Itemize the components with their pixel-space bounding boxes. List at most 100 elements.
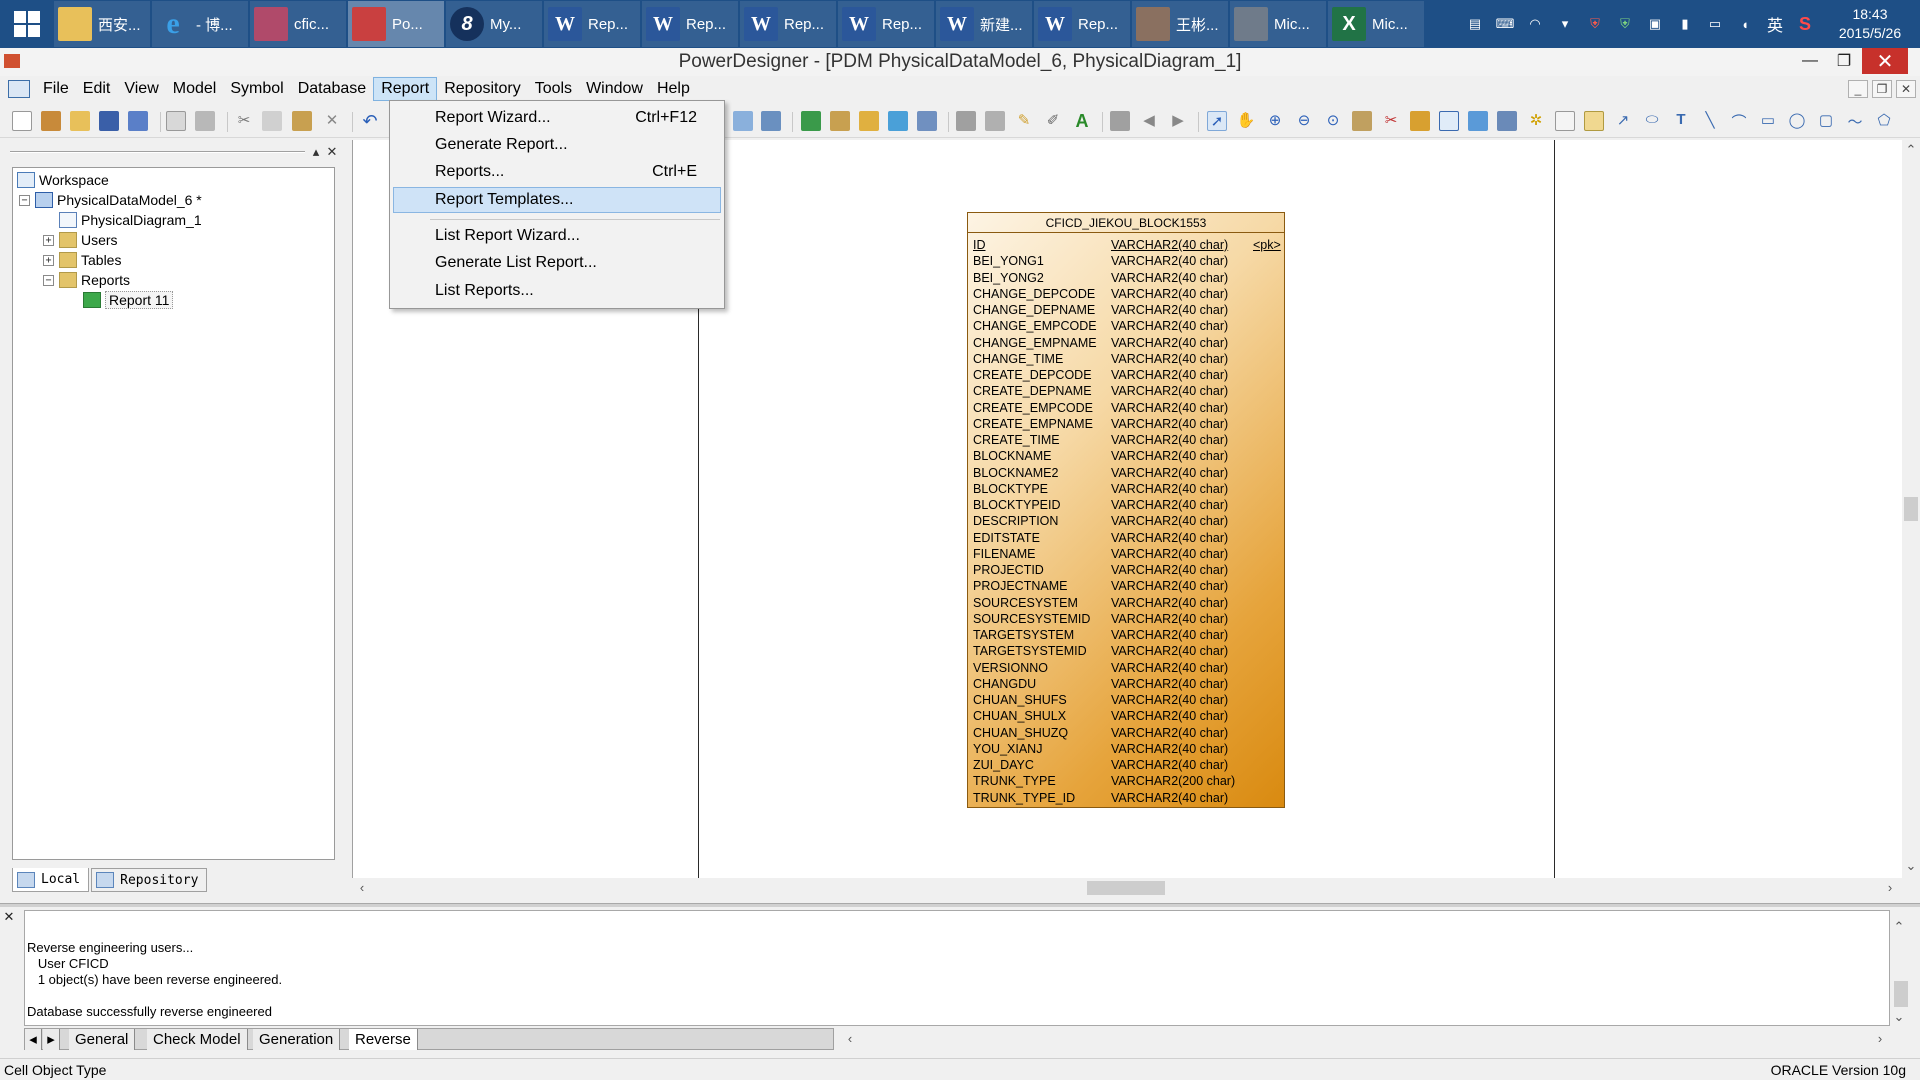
tab-prev-icon[interactable]: ◂ <box>25 1029 42 1050</box>
text-icon[interactable]: T <box>1671 111 1691 131</box>
taskbar-button[interactable]: W Rep... <box>1034 1 1130 47</box>
document-icon[interactable] <box>8 80 30 98</box>
new-project-icon[interactable] <box>41 111 61 131</box>
output-close-icon[interactable]: ✕ <box>2 910 16 924</box>
tree-node-diagram[interactable]: PhysicalDiagram_1 <box>59 210 202 230</box>
taskbar-button[interactable]: 王彬... <box>1132 1 1228 47</box>
panel-close-icon[interactable]: ✕ <box>324 144 340 160</box>
scroll-left-icon[interactable]: ‹ <box>354 880 370 896</box>
reference-icon[interactable] <box>1497 111 1517 131</box>
tab-general[interactable]: General <box>69 1029 136 1050</box>
cpu-meter-icon[interactable]: ▤ <box>1463 12 1487 36</box>
line-icon[interactable]: ╲ <box>1700 111 1720 131</box>
menu-item-list-report-wizard[interactable]: List Report Wizard... <box>393 223 721 249</box>
polyline-icon[interactable]: 〜 <box>1845 111 1865 131</box>
tree-node-reports[interactable]: Reports <box>59 270 130 290</box>
menu-file[interactable]: File <box>36 77 76 101</box>
delete-icon[interactable]: ✕ <box>322 111 342 131</box>
polygon-icon[interactable]: ⬠ <box>1874 111 1894 131</box>
taskbar-button[interactable]: e- 博... <box>152 1 248 47</box>
delete-symbol-icon[interactable]: ✂ <box>1381 111 1401 131</box>
arc-icon[interactable]: ⌒ <box>1729 111 1749 131</box>
menu-item-report-wizard[interactable]: Report Wizard... Ctrl+F12 <box>393 105 721 131</box>
format-painter-icon[interactable]: ✐ <box>1043 111 1063 131</box>
check-icon[interactable] <box>917 111 937 131</box>
taskbar-button[interactable]: 西安... <box>54 1 150 47</box>
menu-view[interactable]: View <box>117 77 165 101</box>
menu-tools[interactable]: Tools <box>528 77 579 101</box>
vertical-scrollbar[interactable]: ⌃ ⌄ <box>1902 140 1920 878</box>
undo-icon[interactable]: ↶ <box>360 111 380 131</box>
properties-icon[interactable] <box>1352 111 1372 131</box>
zoom-in-icon[interactable]: ⊕ <box>1265 111 1285 131</box>
close-button[interactable]: ✕ <box>1862 48 1908 74</box>
keyboard-icon[interactable]: ⌨ <box>1493 12 1517 36</box>
table-icon[interactable] <box>1439 111 1459 131</box>
clock[interactable]: 18:43 2015/5/26 <box>1820 5 1920 43</box>
horizontal-scrollbar[interactable]: ‹ › <box>352 878 1902 898</box>
scroll-thumb[interactable] <box>1087 881 1165 895</box>
shield-icon[interactable]: ⛨ <box>1583 12 1607 36</box>
chevron-down-icon[interactable]: ▾ <box>1553 12 1577 36</box>
hand-icon[interactable]: ✋ <box>1236 111 1256 131</box>
mdi-close-button[interactable]: ✕ <box>1896 80 1916 98</box>
panel-grip[interactable] <box>10 151 305 153</box>
link-icon[interactable]: ↗ <box>1613 111 1633 131</box>
file-icon[interactable] <box>1555 111 1575 131</box>
taskbar-button[interactable]: Mic... <box>1230 1 1326 47</box>
volume-icon[interactable]: ◖ <box>1733 12 1757 36</box>
tab-next-icon[interactable]: ▸ <box>43 1029 60 1050</box>
expand-icon[interactable]: + <box>43 255 54 266</box>
taskbar-button[interactable]: W Rep... <box>642 1 738 47</box>
menu-help[interactable]: Help <box>650 77 697 101</box>
print-preview-icon[interactable] <box>166 111 186 131</box>
output-text[interactable]: Reverse engineering users... User CFICD … <box>24 910 1908 1026</box>
align-icon[interactable] <box>1110 111 1130 131</box>
tab-repository[interactable]: Repository <box>91 868 208 892</box>
tab-local[interactable]: Local <box>12 868 90 892</box>
cut-icon[interactable]: ✂ <box>234 111 254 131</box>
print-icon[interactable] <box>195 111 215 131</box>
zoom-out-icon[interactable]: ⊖ <box>1294 111 1314 131</box>
expand-icon[interactable]: + <box>43 235 54 246</box>
zoom-icon[interactable]: ⊙ <box>1323 111 1343 131</box>
scroll-down-icon[interactable]: ⌄ <box>1891 1009 1907 1025</box>
ime-indicator[interactable]: 英 <box>1763 12 1787 36</box>
ellipse-icon[interactable]: ◯ <box>1787 111 1807 131</box>
synonym-icon[interactable]: ⬭ <box>1642 111 1662 131</box>
menu-symbol[interactable]: Symbol <box>223 77 290 101</box>
output-splitter[interactable] <box>0 903 1920 907</box>
menu-item-generate-report[interactable]: Generate Report... <box>393 132 721 158</box>
scroll-up-icon[interactable]: ⌃ <box>1891 919 1907 935</box>
taskbar-button[interactable]: 8 My... <box>446 1 542 47</box>
battery-icon[interactable]: ▮ <box>1673 12 1697 36</box>
mdi-restore-button[interactable]: ❐ <box>1872 80 1892 98</box>
font-icon[interactable]: A <box>1072 111 1092 131</box>
save-icon[interactable] <box>99 111 119 131</box>
rounded-rectangle-icon[interactable]: ▢ <box>1816 111 1836 131</box>
scroll-left-icon[interactable]: ‹ <box>842 1031 858 1047</box>
network-icon[interactable]: ▭ <box>1703 12 1727 36</box>
menu-edit[interactable]: Edit <box>76 77 118 101</box>
new-icon[interactable] <box>12 111 32 131</box>
wifi-icon[interactable]: ◠ <box>1523 12 1547 36</box>
menu-item-reports[interactable]: Reports... Ctrl+E <box>393 159 721 185</box>
tab-check-model[interactable]: Check Model <box>147 1029 248 1050</box>
open-icon[interactable] <box>70 111 90 131</box>
package-tool-icon[interactable] <box>1410 111 1430 131</box>
refresh-icon[interactable] <box>888 111 908 131</box>
scroll-thumb[interactable] <box>1904 497 1918 521</box>
view-icon[interactable] <box>1468 111 1488 131</box>
collapse-icon[interactable]: − <box>19 195 30 206</box>
procedure-icon[interactable]: ✲ <box>1526 111 1546 131</box>
collapse-icon[interactable]: − <box>43 275 54 286</box>
scroll-up-icon[interactable]: ⌃ <box>1903 142 1919 158</box>
panel-pin-icon[interactable]: ▴ <box>308 144 324 160</box>
app-tray-icon[interactable]: ▣ <box>1643 12 1667 36</box>
output-horizontal-scrollbar[interactable]: ‹ › <box>842 1028 1892 1050</box>
scroll-thumb[interactable] <box>1894 981 1908 1007</box>
grid-view-icon[interactable] <box>761 111 781 131</box>
rectangle-icon[interactable]: ▭ <box>1758 111 1778 131</box>
save-all-icon[interactable] <box>128 111 148 131</box>
tree-node-users[interactable]: Users <box>59 230 118 250</box>
